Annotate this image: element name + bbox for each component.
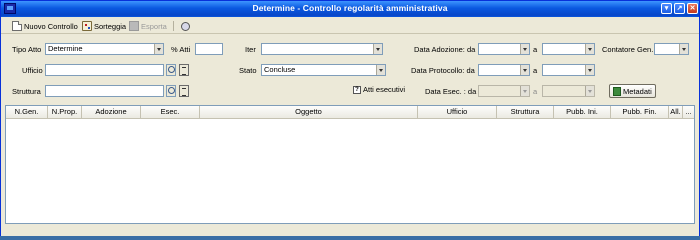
table-header: N.Gen. N.Prop. Adozione Esec. Oggetto Uf… <box>6 106 694 119</box>
data-esec-label: Data Esec. : da <box>425 87 477 96</box>
struttura-search-icon[interactable] <box>166 85 176 97</box>
data-esec-from[interactable] <box>478 85 530 97</box>
struttura-label: Struttura <box>12 87 41 96</box>
ufficio-label: Ufficio <box>22 66 43 75</box>
col-header-pubb-fin[interactable]: Pubb. Fin. <box>611 106 669 118</box>
export-icon <box>129 21 139 31</box>
tools-button[interactable] <box>181 20 190 32</box>
chevron-down-icon <box>585 65 594 75</box>
new-control-label: Nuovo Controllo <box>24 21 78 31</box>
col-header-all[interactable]: All. <box>669 106 683 118</box>
tipo-atto-select[interactable]: Determine <box>45 43 164 55</box>
help-icon: ? <box>353 85 361 94</box>
col-header-pubb-ini[interactable]: Pubb. Ini. <box>554 106 611 118</box>
tipo-atto-label: Tipo Atto <box>12 45 42 54</box>
col-header-ufficio[interactable]: Ufficio <box>418 106 497 118</box>
metadati-button[interactable]: Metadati <box>609 84 656 98</box>
toolbar-separator <box>173 21 174 31</box>
minimize-button[interactable]: ▾ <box>661 3 672 14</box>
col-header-esec[interactable]: Esec. <box>141 106 200 118</box>
col-header-struttura[interactable]: Struttura <box>497 106 554 118</box>
stato-label: Stato <box>239 66 257 75</box>
status-bar <box>1 225 699 236</box>
chevron-down-icon <box>520 65 529 75</box>
contatore-label: Contatore Gen. <box>602 45 654 54</box>
ufficio-input[interactable] <box>45 64 164 76</box>
dice-icon <box>82 21 92 31</box>
struttura-input[interactable] <box>45 85 164 97</box>
atti-esecutivi-label: Atti esecutivi <box>363 85 406 94</box>
maximize-button[interactable]: ↗ <box>674 3 685 14</box>
data-adozione-from[interactable] <box>478 43 530 55</box>
data-protocollo-from[interactable] <box>478 64 530 76</box>
col-header-oggetto[interactable]: Oggetto <box>200 106 418 118</box>
chevron-down-icon <box>585 44 594 54</box>
iter-select[interactable] <box>261 43 383 55</box>
main-window: Determine - Controllo regolarità amminis… <box>0 0 700 236</box>
ufficio-search-icon[interactable] <box>166 64 176 76</box>
title-bar[interactable]: Determine - Controllo regolarità amminis… <box>1 1 699 17</box>
chevron-down-icon <box>520 44 529 54</box>
draw-label: Sorteggia <box>94 21 127 31</box>
stato-select[interactable]: Concluse <box>261 64 386 76</box>
atti-esecutivi-toggle[interactable]: ? Atti esecutivi <box>353 85 405 94</box>
draw-button[interactable]: Sorteggia <box>82 20 126 32</box>
close-button[interactable]: ✕ <box>687 3 698 14</box>
data-protocollo-a-label: a <box>533 66 538 75</box>
new-document-icon <box>12 21 22 31</box>
new-control-button[interactable]: Nuovo Controllo <box>12 20 78 32</box>
tools-icon <box>181 21 190 31</box>
data-protocollo-to[interactable] <box>542 64 595 76</box>
metadata-icon <box>613 86 621 96</box>
window-title: Determine - Controllo regolarità amminis… <box>252 3 448 13</box>
iter-label: Iter <box>245 45 256 54</box>
data-esec-to[interactable] <box>542 85 595 97</box>
chevron-down-icon <box>376 65 385 75</box>
toolbar: Nuovo Controllo Sorteggia Esporta <box>1 17 699 34</box>
col-header-ngen[interactable]: N.Gen. <box>6 106 48 118</box>
chevron-down-icon <box>679 44 688 54</box>
data-adozione-label: Data Adozione: da <box>414 45 476 54</box>
struttura-list-icon[interactable] <box>179 85 189 97</box>
export-label: Esporta <box>141 21 167 31</box>
ufficio-list-icon[interactable] <box>179 64 189 76</box>
data-protocollo-label: Data Protocollo: da <box>411 66 475 75</box>
col-header-adozione[interactable]: Adozione <box>82 106 141 118</box>
chevron-down-icon <box>373 44 382 54</box>
contatore-select[interactable] <box>654 43 689 55</box>
data-esec-a-label: a <box>533 87 538 96</box>
metadati-label: Metadati <box>623 86 652 96</box>
chevron-down-icon <box>154 44 163 54</box>
results-table[interactable]: N.Gen. N.Prop. Adozione Esec. Oggetto Uf… <box>5 105 695 224</box>
perc-atti-label: % Atti <box>171 45 191 54</box>
chevron-down-icon <box>585 86 594 96</box>
data-adozione-a-label: a <box>533 45 538 54</box>
chevron-down-icon <box>520 86 529 96</box>
data-adozione-to[interactable] <box>542 43 595 55</box>
perc-atti-input[interactable] <box>195 43 223 55</box>
col-header-nprop[interactable]: N.Prop. <box>48 106 82 118</box>
export-button[interactable]: Esporta <box>129 20 167 32</box>
col-header-more[interactable]: ... <box>683 106 694 118</box>
